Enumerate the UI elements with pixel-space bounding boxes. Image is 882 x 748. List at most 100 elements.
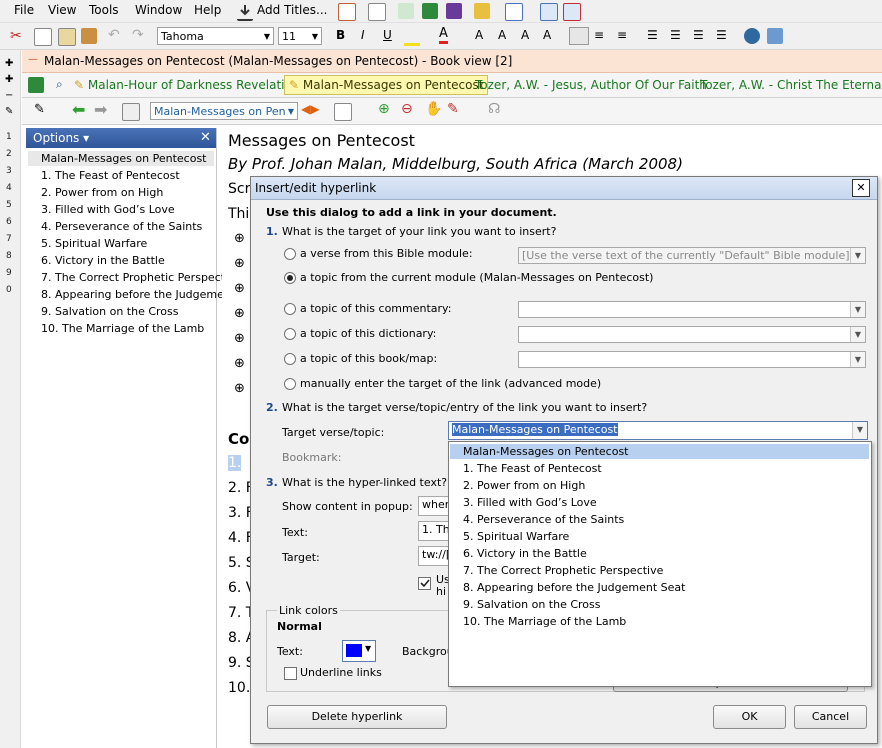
format-painter-icon[interactable] [81, 28, 97, 44]
dropdown-item[interactable]: 9. Salvation on the Cross [463, 598, 601, 611]
dropdown-item[interactable]: 3. Filled with God’s Love [463, 496, 597, 509]
pane-arrow-icon[interactable]: — [28, 54, 38, 65]
highlight-color-icon[interactable] [404, 27, 420, 46]
radio-dictionary[interactable] [284, 328, 296, 340]
dropdown-item[interactable]: 8. Appearing before the Judgement Seat [463, 581, 685, 594]
upload-icon[interactable] [540, 3, 558, 21]
tab-tozer-christ[interactable]: Tozer, A.W. - Christ The Eternal Sor [700, 76, 882, 94]
toc-item[interactable]: 9. Salvation on the Cross [41, 305, 179, 318]
tab-messages-on-pentecost[interactable]: ✎ Malan-Messages on Pentecost [284, 75, 489, 95]
tab-hour-of-darkness[interactable]: ✎ Malan-Hour of Darkness Revelation [74, 76, 299, 94]
paste-icon[interactable] [58, 28, 76, 46]
minus-icon[interactable]: − [5, 90, 13, 101]
bullet-list-icon[interactable]: ☰ [670, 28, 681, 42]
toc-item[interactable]: 1. The Feast of Pentecost [41, 169, 180, 182]
zoom-out-icon[interactable]: ⊖ [401, 101, 413, 117]
book-green-icon[interactable] [422, 3, 438, 19]
toc-item[interactable]: 10. The Marriage of the Lamb [41, 322, 204, 335]
ok-button[interactable]: OK [713, 705, 786, 729]
toc-item[interactable]: 2. Power from on High [41, 186, 163, 199]
toc-item[interactable]: 6. Victory in the Battle [41, 254, 165, 267]
book-purple-icon[interactable] [446, 3, 462, 19]
hand-icon[interactable]: ✋ [425, 101, 442, 117]
dropdown-item[interactable]: 10. The Marriage of the Lamb [463, 615, 626, 628]
image-icon[interactable] [767, 28, 783, 44]
copy-icon[interactable] [368, 3, 386, 21]
menu-window[interactable]: Window [135, 3, 182, 17]
indent-icon[interactable]: ☰ [693, 28, 704, 42]
shrink-font-icon[interactable]: A [498, 28, 506, 42]
numbered-list-icon[interactable]: ☰ [647, 28, 658, 42]
radio-book[interactable] [284, 353, 296, 365]
font-color-icon[interactable]: A [439, 26, 448, 44]
radio-manual[interactable] [284, 378, 296, 390]
font-name-combo[interactable]: Tahoma ▼ [157, 27, 274, 45]
commentary-combo[interactable]: ▼ [518, 301, 866, 318]
tab-tozer-jesus[interactable]: Tozer, A.W. - Jesus, Author Of Our Faith [475, 76, 707, 94]
align-right-icon[interactable]: ≡ [617, 28, 627, 42]
redo-icon[interactable]: ↷ [132, 27, 144, 43]
print-preview-icon[interactable] [334, 103, 352, 121]
use-checkbox[interactable] [418, 577, 431, 590]
module-icon[interactable] [28, 77, 44, 93]
undo-icon[interactable]: ↶ [108, 27, 120, 43]
superscript-icon[interactable]: A [521, 28, 529, 42]
add-titles-button[interactable]: Add Titles... [257, 3, 327, 17]
radio-topic-module[interactable] [284, 272, 296, 284]
dropdown-item[interactable]: 2. Power from on High [463, 479, 585, 492]
menu-file[interactable]: File [14, 3, 34, 17]
search-icon[interactable]: ⌕ [56, 77, 63, 92]
navigation-combo[interactable]: Malan-Messages on Pen ▼ [150, 102, 298, 120]
toc-item[interactable]: 7. The Correct Prophetic Perspective [41, 271, 241, 284]
globe-icon[interactable] [744, 28, 760, 44]
dictionary-combo[interactable]: ▼ [518, 326, 866, 343]
radio-verse[interactable] [284, 248, 296, 260]
italic-icon[interactable]: I [361, 28, 365, 42]
menu-tools[interactable]: Tools [89, 3, 119, 17]
forward-arrow-icon[interactable]: ➡ [94, 100, 107, 119]
font-size-combo[interactable]: 11 ▼ [278, 27, 322, 45]
toc-item[interactable]: Malan-Messages on Pentecost [41, 152, 207, 165]
align-left-icon[interactable] [569, 27, 589, 45]
underline-icon[interactable]: U [383, 28, 392, 42]
subscript-icon[interactable]: A [543, 28, 551, 42]
toc-item[interactable]: 3. Filled with God’s Love [41, 203, 175, 216]
bold-icon[interactable]: B [336, 28, 345, 42]
highlight-icon[interactable] [474, 3, 490, 19]
edit-icon[interactable]: ✎ [5, 106, 13, 117]
dropdown-item[interactable]: 5. Spiritual Warfare [463, 530, 569, 543]
cut-icon[interactable]: ✂ [10, 28, 22, 44]
target-topic-combo[interactable]: Malan-Messages on Pentecost ▼ [448, 421, 868, 440]
dialog-close-button[interactable]: ✕ [852, 179, 870, 197]
book-combo[interactable]: ▼ [518, 351, 866, 368]
sync-icon[interactable] [563, 3, 581, 21]
copy-doc-icon[interactable] [34, 28, 52, 46]
pin2-icon[interactable]: ✚ [5, 74, 13, 85]
dropdown-item[interactable]: 4. Perseverance of the Saints [463, 513, 624, 526]
text-color-picker[interactable]: ▼ [342, 640, 376, 662]
toc-item[interactable]: 4. Perseverance of the Saints [41, 220, 202, 233]
grow-font-icon[interactable]: A [475, 28, 483, 42]
delete-hyperlink-button[interactable]: Delete hyperlink [267, 705, 447, 729]
download-icon[interactable] [237, 3, 253, 21]
book-icon[interactable] [122, 103, 140, 121]
outdent-icon[interactable]: ☰ [716, 28, 727, 42]
calendar-icon[interactable] [338, 3, 356, 21]
underline-checkbox[interactable] [284, 667, 297, 680]
radio-commentary[interactable] [284, 303, 296, 315]
dropdown-item[interactable]: 7. The Correct Prophetic Perspective [463, 564, 663, 577]
tree-icon[interactable] [398, 3, 414, 19]
close-icon[interactable]: ✕ [200, 130, 211, 145]
toc-item[interactable]: 5. Spiritual Warfare [41, 237, 147, 250]
attachment-icon[interactable]: ✎ [447, 101, 459, 117]
pin-icon[interactable]: ✚ [5, 58, 13, 69]
options-menu-button[interactable]: Options ▾ [33, 131, 89, 145]
align-center-icon[interactable]: ≡ [594, 28, 604, 42]
menu-view[interactable]: View [48, 3, 76, 17]
back-arrow-icon[interactable]: ⬅ [72, 100, 85, 119]
dropdown-item[interactable]: 6. Victory in the Battle [463, 547, 587, 560]
edit-mode-icon[interactable]: ✎ [34, 102, 45, 117]
dropdown-item[interactable]: Malan-Messages on Pentecost [463, 445, 629, 458]
prev-next-icon[interactable]: ◀▶ [301, 102, 319, 116]
menu-help[interactable]: Help [194, 3, 221, 17]
